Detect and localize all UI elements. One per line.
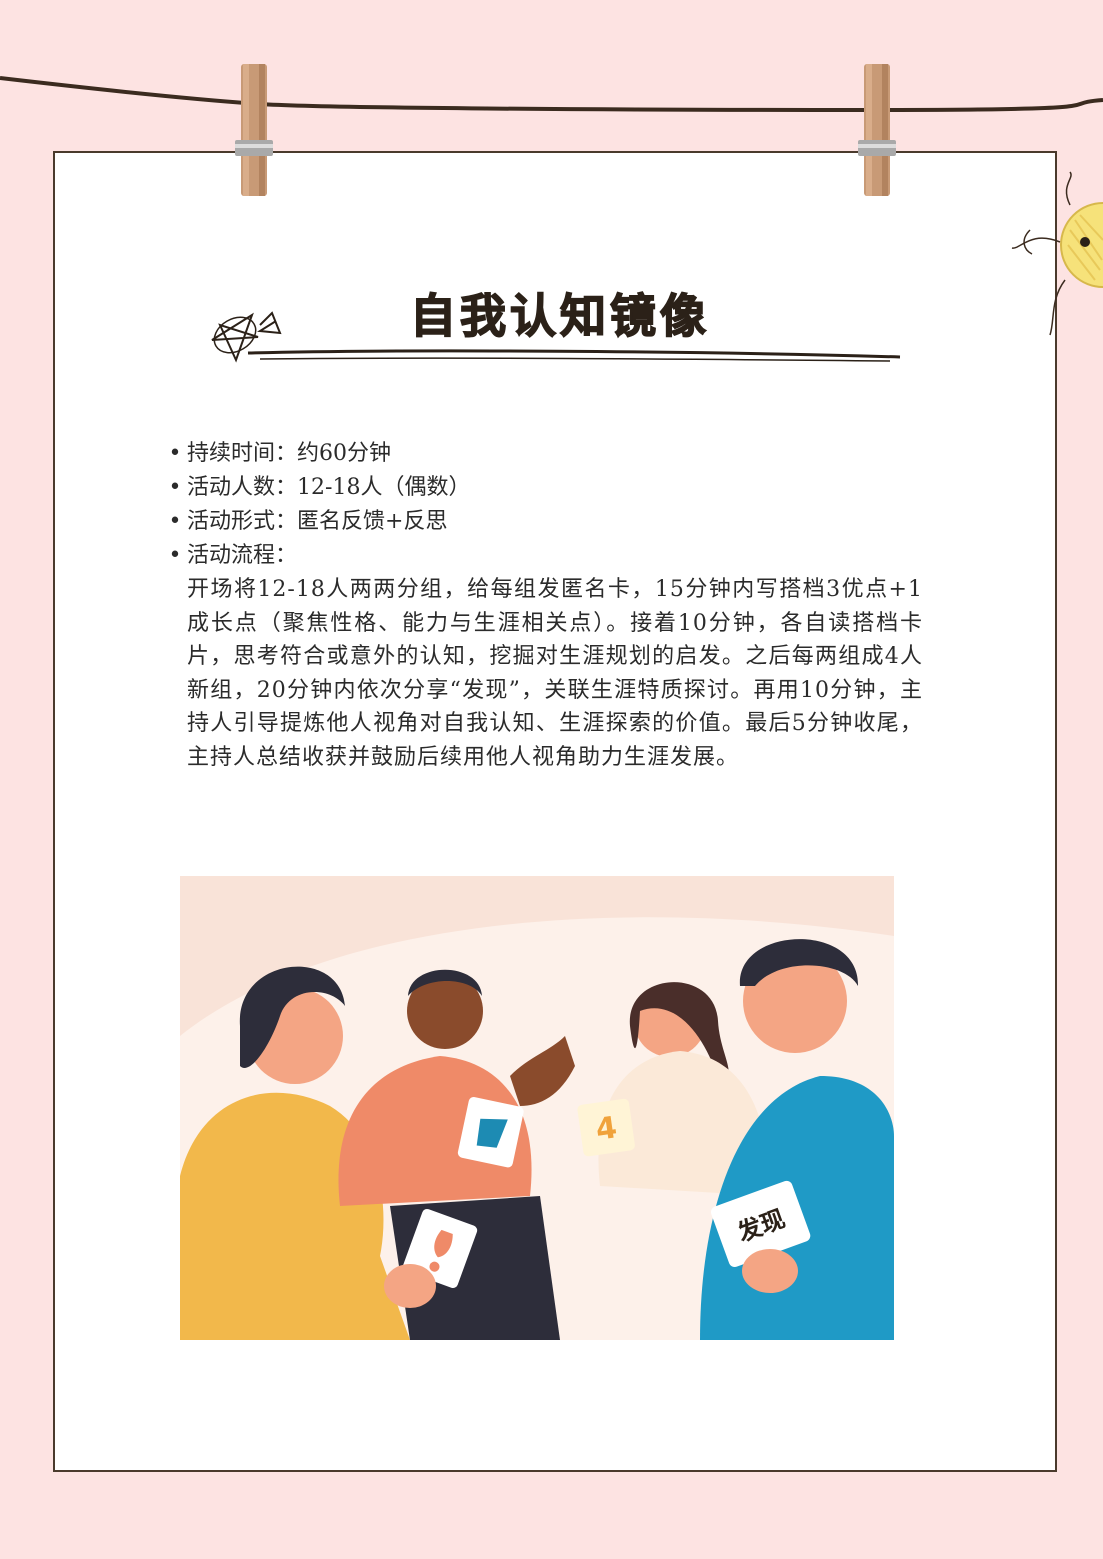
illustration-svg: 4 发现 xyxy=(180,876,894,1340)
bullet-icon: • xyxy=(168,441,182,466)
clothespin-left-icon xyxy=(235,64,273,196)
bullet-icon: • xyxy=(168,509,182,534)
info-value: 12-18人（偶数） xyxy=(297,475,471,500)
info-value: 匿名反馈+反思 xyxy=(297,509,448,534)
group-discussion-illustration: 4 发现 xyxy=(180,876,894,1340)
info-label: 活动流程： xyxy=(187,543,298,568)
info-item-process: • 活动流程： xyxy=(163,539,923,573)
info-item-participants: • 活动人数： 12-18人（偶数） xyxy=(163,471,923,505)
info-value: 约60分钟 xyxy=(297,441,392,466)
info-label: 活动形式： xyxy=(187,509,298,534)
clothesline-rope xyxy=(0,76,1103,113)
info-item-duration: • 持续时间： 约60分钟 xyxy=(163,437,923,471)
info-label: 持续时间： xyxy=(187,441,298,466)
activity-info-list: • 持续时间： 约60分钟 • 活动人数： 12-18人（偶数） • 活动形式：… xyxy=(163,437,923,774)
bullet-icon: • xyxy=(168,543,182,568)
info-label: 活动人数： xyxy=(187,475,298,500)
info-item-format: • 活动形式： 匿名反馈+反思 xyxy=(163,505,923,539)
page-title: 自我认知镜像 xyxy=(409,288,710,344)
bullet-icon: • xyxy=(168,475,182,500)
process-description: 开场将12-18人两两分组，给每组发匿名卡，15分钟内写搭档3优点+1成长点（聚… xyxy=(187,577,923,770)
clothespin-right-icon xyxy=(858,64,896,196)
sun-doodle-icon xyxy=(1011,171,1103,336)
